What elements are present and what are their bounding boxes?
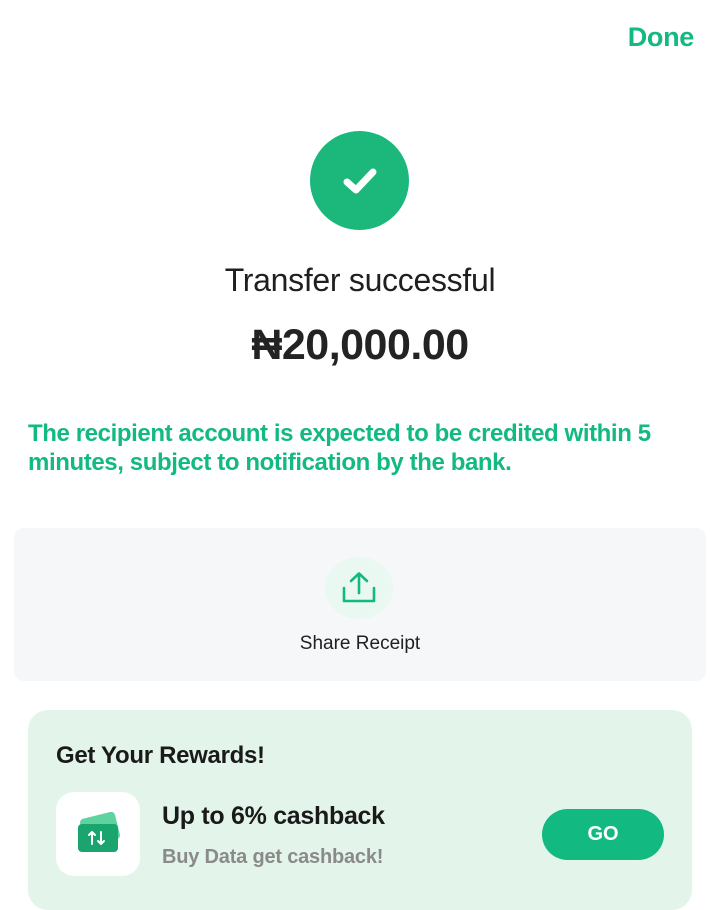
data-card-icon xyxy=(78,811,121,852)
share-receipt-label[interactable]: Share Receipt xyxy=(14,633,706,655)
done-button[interactable]: Done xyxy=(628,22,695,53)
data-promo-tile xyxy=(56,792,140,876)
promo-title: Up to 6% cashback xyxy=(162,802,385,830)
rewards-title: Get Your Rewards! xyxy=(56,742,265,769)
rewards-card: Get Your Rewards! Up to 6% cashback Buy … xyxy=(28,710,692,910)
check-icon xyxy=(343,168,376,193)
credit-notice: The recipient account is expected to be … xyxy=(28,420,651,476)
share-upload-icon xyxy=(342,572,376,603)
transfer-amount: ₦20,000.00 xyxy=(251,321,469,369)
share-receipt-button[interactable] xyxy=(325,557,393,619)
promo-subtitle: Buy Data get cashback! xyxy=(162,846,384,868)
success-check-circle xyxy=(310,131,409,230)
go-button[interactable]: GO xyxy=(542,809,664,860)
share-receipt-card: Share Receipt xyxy=(14,528,706,681)
status-title: Transfer successful xyxy=(224,262,496,298)
